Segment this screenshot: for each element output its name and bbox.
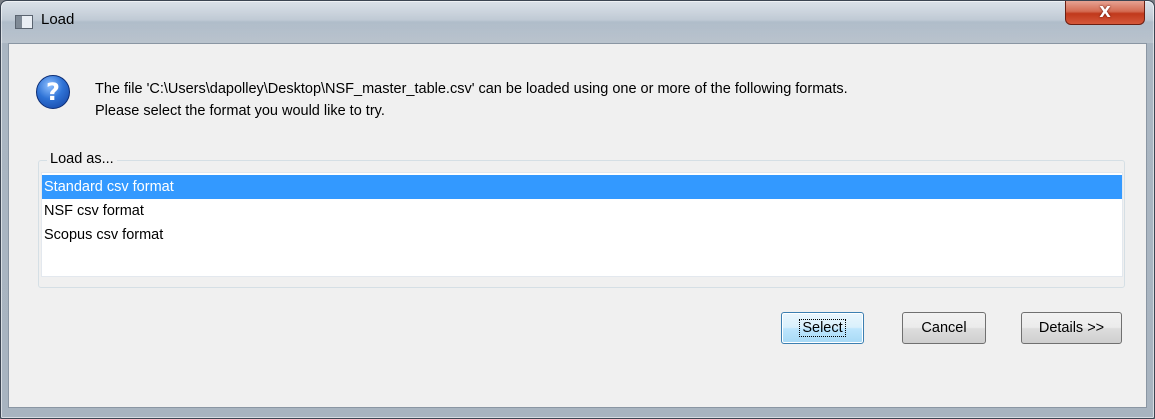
cancel-button[interactable]: Cancel bbox=[902, 312, 986, 344]
window-title: Load bbox=[41, 11, 75, 28]
message-text: The file 'C:\Users\dapolley\Desktop\NSF_… bbox=[95, 78, 848, 122]
list-item-nsf-csv[interactable]: NSF csv format bbox=[42, 199, 1122, 223]
select-button-label: Select bbox=[799, 319, 846, 337]
list-item-standard-csv[interactable]: Standard csv format bbox=[42, 175, 1122, 199]
details-button[interactable]: Details >> bbox=[1021, 312, 1122, 344]
window-icon bbox=[15, 15, 33, 29]
list-item-scopus-csv[interactable]: Scopus csv format bbox=[42, 223, 1122, 247]
format-listbox[interactable]: Standard csv format NSF csv format Scopu… bbox=[41, 172, 1123, 277]
load-dialog-window: Load X ? The file 'C:\Users\dapolley\Des… bbox=[0, 0, 1155, 419]
dialog-content: ? The file 'C:\Users\dapolley\Desktop\NS… bbox=[8, 43, 1147, 408]
select-button[interactable]: Select bbox=[781, 312, 864, 344]
message-line-1: The file 'C:\Users\dapolley\Desktop\NSF_… bbox=[95, 81, 848, 97]
question-icon: ? bbox=[36, 75, 70, 109]
load-as-label: Load as... bbox=[47, 151, 117, 167]
close-button[interactable]: X bbox=[1065, 1, 1145, 25]
title-bar[interactable]: Load X bbox=[1, 1, 1154, 43]
message-line-2: Please select the format you would like … bbox=[95, 103, 385, 119]
